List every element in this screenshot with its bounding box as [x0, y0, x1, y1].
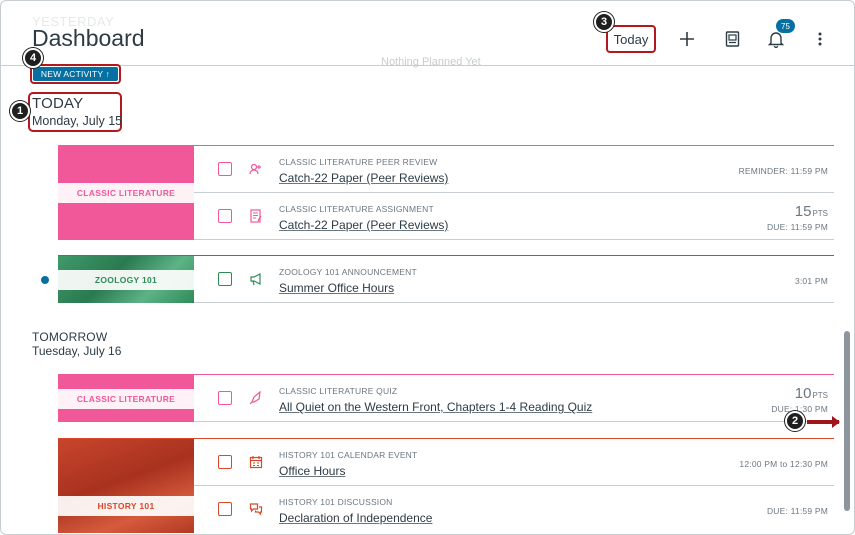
- item-type-label: HISTORY 101 CALENDAR EVENT: [279, 450, 418, 460]
- course-group-zoology-101: ZOOLOGY 101 ZOOLOGY 101 ANNOUNCEMENT Sum…: [58, 255, 834, 303]
- today-button[interactable]: Today: [606, 25, 656, 53]
- planner-item: CLASSIC LITERATURE ASSIGNMENT Catch-22 P…: [194, 193, 834, 240]
- course-tile[interactable]: HISTORY 101: [58, 439, 194, 533]
- course-name: ZOOLOGY 101: [58, 269, 194, 290]
- day-date-today: Monday, July 15: [32, 114, 123, 128]
- course-group-history-101: HISTORY 101 HISTORY 101 CALENDAR EVENT O…: [58, 438, 834, 533]
- item-due: DUE: 11:59 PM: [766, 506, 828, 516]
- course-name: CLASSIC LITERATURE: [58, 388, 194, 409]
- new-item-indicator: [41, 276, 49, 284]
- header-divider: [1, 65, 854, 66]
- discussion-icon: [249, 502, 263, 516]
- item-type-label: CLASSIC LITERATURE PEER REVIEW: [279, 157, 438, 167]
- add-todo-button[interactable]: [676, 28, 698, 50]
- complete-checkbox[interactable]: [218, 502, 232, 516]
- callout-badge-4: 4: [23, 48, 43, 68]
- item-reminder: REMINDER: 11:59 PM: [738, 166, 828, 176]
- planner-window: YESTERDAY Dashboard Nothing Planned Yet …: [0, 0, 855, 535]
- announcement-icon: [249, 272, 263, 286]
- quiz-icon: [249, 391, 263, 405]
- day-heading-today: TODAY: [32, 95, 84, 112]
- planner-item: CLASSIC LITERATURE PEER REVIEW Catch-22 …: [194, 146, 834, 193]
- complete-checkbox[interactable]: [218, 209, 232, 223]
- item-title-link[interactable]: Declaration of Independence: [279, 511, 432, 525]
- page-title: Dashboard: [32, 25, 145, 51]
- item-title-link[interactable]: Summer Office Hours: [279, 281, 394, 295]
- item-points: 10PTS: [794, 385, 828, 402]
- plus-icon: [680, 32, 694, 46]
- item-due: DUE: 11:59 PM: [766, 222, 828, 232]
- kebab-menu-icon: [818, 32, 822, 46]
- more-options-button[interactable]: [809, 28, 831, 50]
- day-date-tomorrow: Tuesday, July 16: [32, 344, 122, 358]
- previous-day-status: Nothing Planned Yet: [381, 56, 481, 68]
- item-time: 12:00 PM to 12:30 PM: [739, 459, 828, 469]
- callout-badge-2: 2: [785, 411, 805, 431]
- new-activity-button[interactable]: NEW ACTIVITY ↑: [30, 64, 121, 84]
- course-name: CLASSIC LITERATURE: [58, 183, 194, 203]
- item-title-link[interactable]: Catch-22 Paper (Peer Reviews): [279, 218, 448, 232]
- gradebook-icon: [725, 31, 739, 47]
- planner-item: HISTORY 101 CALENDAR EVENT Office Hours …: [194, 439, 834, 486]
- course-tile[interactable]: CLASSIC LITERATURE: [58, 375, 194, 422]
- complete-checkbox[interactable]: [218, 391, 232, 405]
- notification-count-badge: 75: [776, 19, 795, 33]
- item-type-label: CLASSIC LITERATURE ASSIGNMENT: [279, 204, 434, 214]
- item-points: 15PTS: [794, 203, 828, 220]
- course-tile[interactable]: CLASSIC LITERATURE: [58, 146, 194, 240]
- complete-checkbox[interactable]: [218, 272, 232, 286]
- item-title-link[interactable]: Office Hours: [279, 464, 345, 478]
- item-title-link[interactable]: Catch-22 Paper (Peer Reviews): [279, 171, 448, 185]
- day-heading-tomorrow: TOMORROW: [32, 330, 108, 344]
- course-group-classic-literature: CLASSIC LITERATURE CLASSIC LITERATURE QU…: [58, 374, 834, 422]
- planner-item: ZOOLOGY 101 ANNOUNCEMENT Summer Office H…: [194, 256, 834, 303]
- callout-arrowhead: [832, 416, 840, 428]
- course-group-classic-literature: CLASSIC LITERATURE CLASSIC LITERATURE PE…: [58, 145, 834, 240]
- bell-icon: [768, 31, 784, 48]
- calendar-icon: [249, 455, 263, 469]
- item-type-label: HISTORY 101 DISCUSSION: [279, 497, 393, 507]
- new-activity-label: NEW ACTIVITY ↑: [33, 67, 118, 81]
- item-title-link[interactable]: All Quiet on the Western Front, Chapters…: [279, 400, 592, 414]
- item-type-label: ZOOLOGY 101 ANNOUNCEMENT: [279, 267, 417, 277]
- planner-item: CLASSIC LITERATURE QUIZ All Quiet on the…: [194, 375, 834, 422]
- course-name: HISTORY 101: [58, 496, 194, 516]
- callout-badge-3: 3: [594, 12, 614, 32]
- vertical-scrollbar[interactable]: [844, 331, 850, 511]
- show-my-grades-button[interactable]: [721, 28, 743, 50]
- complete-checkbox[interactable]: [218, 162, 232, 176]
- callout-badge-1: 1: [10, 101, 30, 121]
- planner-item: HISTORY 101 DISCUSSION Declaration of In…: [194, 486, 834, 533]
- item-type-label: CLASSIC LITERATURE QUIZ: [279, 386, 398, 396]
- item-time: 3:01 PM: [794, 276, 828, 286]
- assignment-icon: [249, 209, 263, 223]
- course-tile[interactable]: ZOOLOGY 101: [58, 256, 194, 303]
- peer-review-icon: [249, 162, 263, 176]
- complete-checkbox[interactable]: [218, 455, 232, 469]
